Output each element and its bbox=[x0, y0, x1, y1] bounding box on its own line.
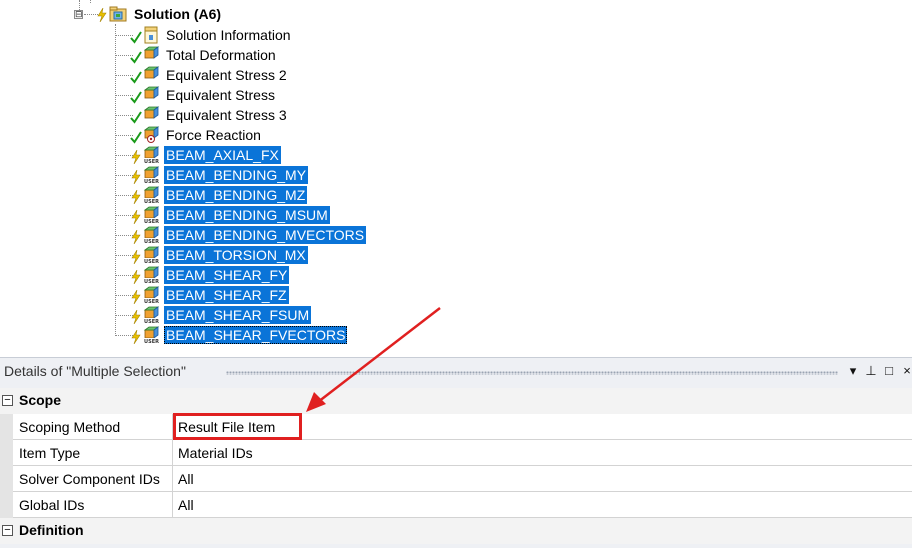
check-icon bbox=[130, 130, 142, 144]
property-row-scoping-method[interactable]: Scoping Method Result File Item bbox=[0, 414, 912, 440]
close-icon[interactable]: × bbox=[900, 363, 912, 379]
property-name: Item Type bbox=[19, 445, 81, 461]
lightning-icon bbox=[130, 269, 142, 285]
lightning-icon bbox=[130, 169, 142, 185]
lightning-icon bbox=[130, 329, 142, 345]
collapse-toggle[interactable]: ⊟ bbox=[74, 10, 83, 19]
result-icon bbox=[142, 106, 160, 124]
tree-item-label[interactable]: Total Deformation bbox=[164, 46, 278, 64]
pin-icon[interactable]: ⊥ bbox=[864, 363, 878, 379]
result-icon bbox=[142, 66, 160, 84]
section-definition[interactable]: − Definition bbox=[0, 518, 912, 544]
lightning-icon bbox=[130, 229, 142, 245]
tree-item-label[interactable]: BEAM_SHEAR_FVECTORS bbox=[164, 326, 348, 344]
tree-item-label[interactable]: Force Reaction bbox=[164, 126, 263, 144]
svg-text:USER: USER bbox=[144, 299, 159, 304]
tree-item-label[interactable]: Equivalent Stress 3 bbox=[164, 106, 289, 124]
user-defined-result-icon: USER bbox=[142, 266, 160, 285]
property-value[interactable]: All bbox=[178, 497, 194, 513]
section-scope[interactable]: − Scope bbox=[0, 388, 912, 414]
lightning-icon bbox=[130, 309, 142, 325]
lightning-icon bbox=[130, 249, 142, 265]
user-defined-result-icon: USER bbox=[142, 226, 160, 245]
tree-item-solution[interactable]: Solution (A6) bbox=[132, 5, 223, 23]
dropdown-icon[interactable]: ▾ bbox=[846, 363, 860, 379]
highlight-box bbox=[173, 413, 302, 440]
section-label: Scope bbox=[19, 392, 62, 408]
tree-item-label[interactable]: BEAM_BENDING_MY bbox=[164, 166, 309, 184]
collapse-icon[interactable]: − bbox=[2, 525, 13, 536]
user-defined-result-icon: USER bbox=[142, 286, 160, 305]
result-icon bbox=[142, 46, 160, 64]
svg-text:USER: USER bbox=[144, 279, 159, 284]
solution-info-icon bbox=[142, 26, 160, 44]
solution-folder-icon bbox=[109, 6, 127, 22]
check-icon bbox=[130, 70, 142, 84]
probe-icon bbox=[142, 126, 160, 144]
lightning-icon bbox=[130, 289, 142, 305]
lightning-icon bbox=[97, 8, 107, 22]
result-icon bbox=[142, 86, 160, 104]
lightning-icon bbox=[130, 149, 142, 165]
user-defined-result-icon: USER bbox=[142, 146, 160, 165]
details-title-bar: Details of "Multiple Selection" ▾ ⊥ □ × bbox=[0, 358, 912, 386]
property-value[interactable]: All bbox=[178, 471, 194, 487]
check-icon bbox=[130, 30, 142, 44]
tree-item-label[interactable]: Equivalent Stress bbox=[164, 86, 277, 104]
property-name: Solver Component IDs bbox=[19, 471, 160, 487]
svg-text:USER: USER bbox=[144, 179, 159, 184]
property-row-solver-component-ids[interactable]: Solver Component IDs All bbox=[0, 466, 912, 492]
tree-item-label[interactable]: BEAM_SHEAR_FZ bbox=[164, 286, 289, 304]
user-defined-result-icon: USER bbox=[142, 166, 160, 185]
property-value[interactable]: Material IDs bbox=[178, 445, 253, 461]
svg-text:USER: USER bbox=[144, 339, 159, 344]
tree-item-label[interactable]: BEAM_BENDING_MSUM bbox=[164, 206, 330, 224]
tree-item-label[interactable]: BEAM_BENDING_MVECTORS bbox=[164, 226, 367, 244]
outline-tree: ⊟ Solution (A6) Solution Information Tota… bbox=[0, 0, 912, 355]
lightning-icon bbox=[130, 189, 142, 205]
tree-item-label[interactable]: BEAM_SHEAR_FSUM bbox=[164, 306, 312, 324]
user-defined-result-icon: USER bbox=[142, 306, 160, 325]
maximize-icon[interactable]: □ bbox=[882, 363, 896, 379]
user-defined-result-icon: USER bbox=[142, 186, 160, 205]
svg-text:USER: USER bbox=[144, 199, 159, 204]
tree-item-label[interactable]: BEAM_BENDING_MZ bbox=[164, 186, 308, 204]
tree-item-label[interactable]: BEAM_TORSION_MX bbox=[164, 246, 308, 264]
property-name: Global IDs bbox=[19, 497, 85, 513]
property-name: Scoping Method bbox=[19, 419, 121, 435]
check-icon bbox=[130, 50, 142, 64]
svg-text:USER: USER bbox=[144, 239, 159, 244]
lightning-icon bbox=[130, 209, 142, 225]
details-title: Details of "Multiple Selection" bbox=[4, 363, 186, 379]
svg-text:USER: USER bbox=[144, 259, 159, 264]
tree-item-label[interactable]: Equivalent Stress 2 bbox=[164, 66, 289, 84]
tree-connector bbox=[115, 24, 116, 336]
user-defined-result-icon: USER bbox=[142, 326, 160, 345]
title-grip bbox=[226, 371, 838, 375]
svg-text:USER: USER bbox=[144, 219, 159, 224]
collapse-icon[interactable]: − bbox=[2, 395, 13, 406]
tree-item-label[interactable]: Solution Information bbox=[164, 26, 293, 44]
tree-item-label[interactable]: BEAM_SHEAR_FY bbox=[164, 266, 290, 284]
check-icon bbox=[130, 90, 142, 104]
tree-connector bbox=[90, 0, 91, 3]
details-panel: Details of "Multiple Selection" ▾ ⊥ □ × … bbox=[0, 357, 912, 548]
user-defined-result-icon: USER bbox=[142, 246, 160, 265]
section-label: Definition bbox=[19, 522, 84, 538]
property-row-global-ids[interactable]: Global IDs All bbox=[0, 492, 912, 518]
user-defined-result-icon: USER bbox=[142, 206, 160, 225]
tree-item-label[interactable]: BEAM_AXIAL_FX bbox=[164, 146, 281, 164]
svg-text:USER: USER bbox=[144, 159, 159, 164]
svg-text:USER: USER bbox=[144, 319, 159, 324]
property-row-item-type[interactable]: Item Type Material IDs bbox=[0, 440, 912, 466]
check-icon bbox=[130, 110, 142, 124]
